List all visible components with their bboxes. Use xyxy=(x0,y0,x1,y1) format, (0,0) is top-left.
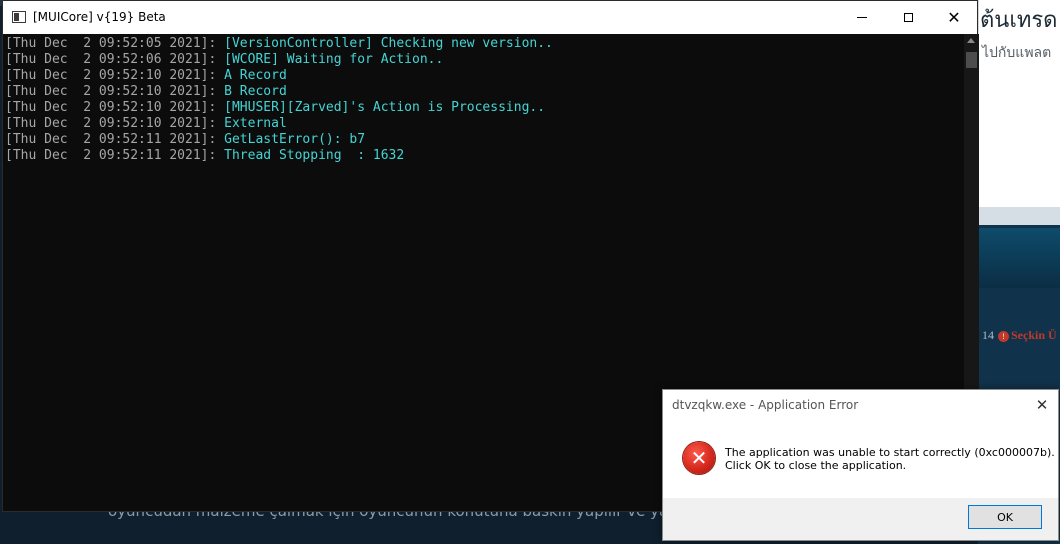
error-icon: ✕ xyxy=(683,442,715,474)
log-line: [Thu Dec 2 09:52:06 2021]: [WCORE] Waiti… xyxy=(5,52,443,68)
log-message: [WCORE] Waiting for Action.. xyxy=(224,52,444,67)
log-timestamp: [Thu Dec 2 09:52:11 2021]: xyxy=(5,132,225,147)
background-stat: 14! Seçkin Ü xyxy=(982,328,1057,343)
console-window-icon xyxy=(12,11,26,23)
log-timestamp: [Thu Dec 2 09:52:10 2021]: xyxy=(5,84,225,99)
dialog-message-line: Click OK to close the application. xyxy=(725,459,907,472)
log-timestamp: [Thu Dec 2 09:52:05 2021]: xyxy=(5,36,225,51)
background-band xyxy=(978,207,1060,225)
dialog-close-button[interactable]: ✕ xyxy=(1029,393,1055,417)
log-timestamp: [Thu Dec 2 09:52:10 2021]: xyxy=(5,100,225,115)
log-message: GetLastError(): b7 xyxy=(224,132,366,147)
log-line: [Thu Dec 2 09:52:10 2021]: A Record xyxy=(5,68,287,84)
log-timestamp: [Thu Dec 2 09:52:06 2021]: xyxy=(5,52,225,67)
log-message: B Record xyxy=(224,84,287,99)
ok-button[interactable]: OK xyxy=(968,505,1042,529)
log-line: [Thu Dec 2 09:52:10 2021]: B Record xyxy=(5,84,287,100)
background-subline: ไปกับแพลต xyxy=(982,45,1052,61)
application-error-dialog[interactable]: dtvzqkw.exe - Application Error ✕ ✕ The … xyxy=(662,389,1059,541)
log-message: [MHUSER][Zarved]'s Action is Processing.… xyxy=(224,100,546,115)
close-icon: ✕ xyxy=(947,7,961,27)
dialog-footer: OK xyxy=(663,498,1058,540)
log-line: [Thu Dec 2 09:52:11 2021]: Thread Stoppi… xyxy=(5,148,404,164)
maximize-button[interactable] xyxy=(885,1,931,34)
close-icon: ✕ xyxy=(1035,396,1049,414)
log-timestamp: [Thu Dec 2 09:52:10 2021]: xyxy=(5,68,225,83)
log-timestamp: [Thu Dec 2 09:52:10 2021]: xyxy=(5,116,225,131)
log-line: [Thu Dec 2 09:52:05 2021]: [VersionContr… xyxy=(5,36,553,52)
background-banner xyxy=(978,228,1060,288)
dialog-title: dtvzqkw.exe - Application Error xyxy=(672,398,859,412)
log-line: [Thu Dec 2 09:52:10 2021]: External xyxy=(5,116,287,132)
minimize-button[interactable] xyxy=(839,1,885,34)
info-dot-icon: ! xyxy=(998,330,1009,342)
background-stat-number: 14 xyxy=(982,328,994,342)
log-message: [VersionController] Checking new version… xyxy=(224,36,553,51)
log-message: A Record xyxy=(224,68,287,83)
background-stat-label: Seçkin Ü xyxy=(1011,328,1057,342)
minimize-icon xyxy=(857,17,867,18)
scrollbar-thumb[interactable] xyxy=(966,52,977,68)
dialog-message: The application was unable to start corr… xyxy=(725,446,1055,472)
log-line: [Thu Dec 2 09:52:11 2021]: GetLastError(… xyxy=(5,132,365,148)
log-message: External xyxy=(224,116,287,131)
scroll-up-arrow-icon[interactable] xyxy=(967,38,975,43)
log-line: [Thu Dec 2 09:52:10 2021]: [MHUSER][Zarv… xyxy=(5,100,545,116)
log-timestamp: [Thu Dec 2 09:52:11 2021]: xyxy=(5,148,225,163)
maximize-icon xyxy=(903,13,913,22)
log-message: Thread Stopping : 1632 xyxy=(224,148,405,163)
background-headline: ต้นเทรด xyxy=(980,8,1058,33)
console-titlebar[interactable]: [MUICore] v{19} Beta ✕ xyxy=(3,1,977,34)
close-button[interactable]: ✕ xyxy=(931,1,977,34)
dialog-message-line: The application was unable to start corr… xyxy=(725,446,1055,459)
console-title: [MUICore] v{19} Beta xyxy=(33,10,166,24)
